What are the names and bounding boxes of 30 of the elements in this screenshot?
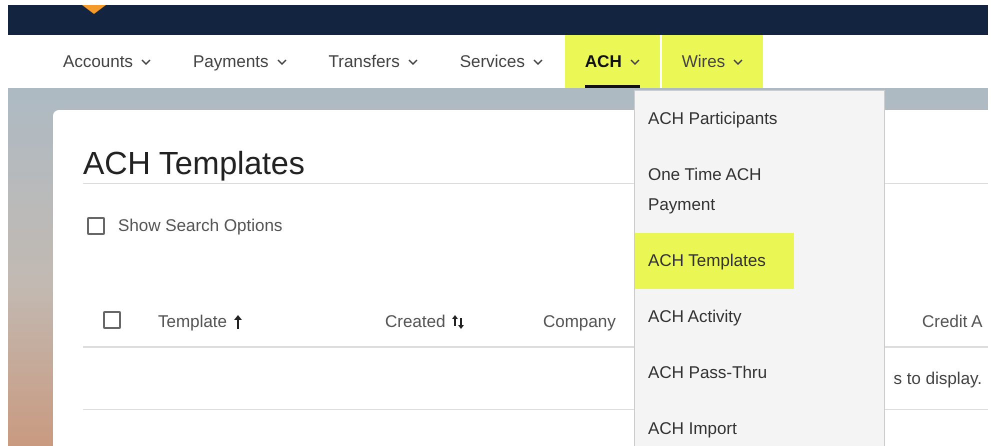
column-header[interactable]: Company	[543, 312, 616, 332]
dropdown-menu-item[interactable]: One Time ACH Payment	[635, 147, 820, 233]
logo-icon[interactable]	[82, 5, 106, 14]
nav-menu-item[interactable]: Accounts	[43, 35, 171, 88]
chevron-down-icon	[630, 58, 640, 64]
chevron-down-icon	[276, 58, 287, 64]
chevron-down-icon	[408, 58, 418, 64]
column-header[interactable]: Credit A	[922, 312, 982, 332]
column-header[interactable]: Created	[385, 312, 446, 332]
dropdown-menu-item[interactable]: ACH Pass-Thru	[635, 345, 796, 401]
chevron-down-icon	[532, 58, 543, 64]
sort-ascending-icon[interactable]	[232, 314, 243, 330]
chevron-down-icon	[140, 58, 151, 64]
nav-menu-item[interactable]: Transfers	[308, 35, 438, 88]
column-header[interactable]: Template	[158, 312, 227, 332]
chevron-down-icon	[733, 58, 744, 64]
sort-icon[interactable]	[451, 314, 466, 330]
nav-menu-item[interactable]: ACH	[564, 35, 660, 88]
select-all-checkbox[interactable]	[103, 310, 121, 328]
nav-menu-item[interactable]: Services	[440, 35, 563, 88]
dropdown-menu-item[interactable]: ACH Participants	[635, 91, 806, 147]
dropdown-menu-item[interactable]: ACH Import	[635, 401, 765, 446]
empty-message: s to display.	[893, 368, 982, 388]
search-options-checkbox[interactable]	[87, 217, 105, 235]
checkbox-label: Show Search Options	[118, 216, 282, 236]
dropdown-menu-item[interactable]: ACH Activity	[635, 289, 770, 345]
page-title: ACH Templates	[83, 144, 305, 183]
nav-menu-item[interactable]: Payments	[172, 35, 307, 88]
dropdown-menu-item[interactable]: ACH Templates	[635, 233, 794, 289]
nav-menu-item[interactable]: Wires	[662, 35, 764, 88]
